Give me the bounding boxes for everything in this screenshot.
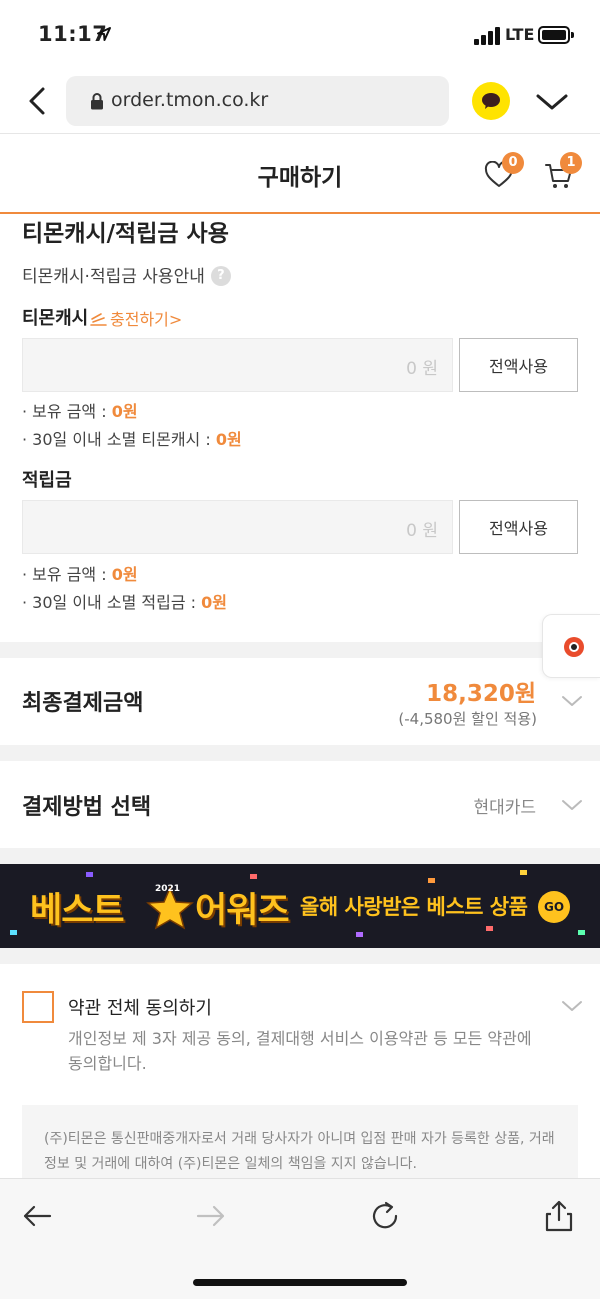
confetti xyxy=(578,930,585,935)
payment-method-value: 현대카드 xyxy=(473,798,536,818)
terms-description: 개인정보 제 3자 제공 동의, 결제대행 서비스 이용약관 등 모든 약관에 … xyxy=(68,1029,532,1073)
share-icon[interactable] xyxy=(542,1199,576,1233)
reload-icon[interactable] xyxy=(368,1199,402,1233)
tmon-cash-label: 티몬캐시 xyxy=(22,308,89,329)
banner-go-button[interactable]: GO xyxy=(538,891,570,923)
section-divider xyxy=(0,948,600,964)
tmon-cash-balance: · 보유 금액 : 0원 xyxy=(22,402,138,421)
points-input[interactable]: 0 원 xyxy=(22,500,453,554)
payment-method-label: 결제방법 선택 xyxy=(22,795,152,820)
cash-section-title: 티몬캐시/적립금 사용 xyxy=(22,221,229,247)
final-payment-label: 최종결제금액 xyxy=(22,691,144,716)
chevron-down-icon[interactable] xyxy=(560,998,584,1014)
charge-link-text: 충전하기> xyxy=(110,310,183,329)
confetti xyxy=(428,878,435,883)
tmon-cash-expire: · 30일 이내 소멸 티몬캐시 : 0원 xyxy=(22,430,242,449)
banner-title-best: 베스트 xyxy=(30,891,125,931)
kakao-talk-button[interactable] xyxy=(472,82,510,120)
battery-icon xyxy=(538,26,574,44)
terms-agree-checkbox[interactable] xyxy=(22,991,54,1023)
points-amount: 0 원 xyxy=(406,521,438,541)
back-arrow-icon[interactable] xyxy=(20,1199,54,1233)
final-payment-amount: 18,320원 xyxy=(426,681,536,707)
forward-arrow-icon[interactable] xyxy=(194,1199,228,1233)
confetti xyxy=(86,872,93,877)
banner-year: 2021 xyxy=(155,884,181,894)
tmon-cash-use-all-button[interactable]: 전액사용 xyxy=(459,338,578,392)
section-divider xyxy=(0,848,600,864)
points-expire: · 30일 이내 소멸 적립금 : 0원 xyxy=(22,593,227,612)
confetti xyxy=(250,874,257,879)
floating-recent-button[interactable] xyxy=(542,614,600,678)
confetti xyxy=(356,932,363,937)
lock-icon xyxy=(91,93,103,110)
cart-badge: 1 xyxy=(560,152,582,174)
page-header: 구매하기 0 1 xyxy=(0,134,600,214)
notice-box: (주)티몬은 통신판매중개자로서 거래 당사자가 아니며 입점 판매 자가 등록… xyxy=(22,1105,578,1179)
url-field[interactable]: order.tmon.co.kr xyxy=(66,76,449,126)
network-label: LTE xyxy=(505,25,535,44)
browser-bar: order.tmon.co.kr xyxy=(0,70,600,134)
notice-text: (주)티몬은 통신판매중개자로서 거래 당사자가 아니며 입점 판매 자가 등록… xyxy=(44,1131,555,1172)
cash-guide-text: 티몬캐시·적립금 사용안내 xyxy=(22,267,205,287)
wishlist-button[interactable]: 0 xyxy=(484,152,524,190)
chevron-down-icon xyxy=(562,800,582,810)
terms-agree-title[interactable]: 약관 전체 동의하기 xyxy=(68,994,212,1020)
signal-icon xyxy=(474,27,502,45)
status-bar: 11:17 LTE xyxy=(0,0,600,70)
best-awards-banner[interactable]: 베스트 2021 어워즈 올해 사랑받은 베스트 상품 GO xyxy=(0,864,600,948)
tmon-cash-amount: 0 원 xyxy=(406,359,438,379)
eye-icon xyxy=(564,637,584,657)
back-chevron-icon[interactable] xyxy=(22,84,56,118)
section-divider xyxy=(0,745,600,761)
kakao-talk-icon xyxy=(482,93,500,109)
cart-button[interactable]: 1 xyxy=(544,152,582,192)
points-balance: · 보유 금액 : 0원 xyxy=(22,565,138,584)
discount-note: (-4,580원 할인 적용) xyxy=(398,710,537,728)
banner-title-awards: 어워즈 xyxy=(195,891,290,931)
location-arrow-icon xyxy=(97,27,111,41)
section-divider xyxy=(0,642,600,658)
points-label: 적립금 xyxy=(22,470,72,491)
cash-guide-link[interactable]: 티몬캐시·적립금 사용안내? xyxy=(22,262,231,287)
confetti xyxy=(10,930,17,935)
banner-subtitle: 올해 사랑받은 베스트 상품 xyxy=(300,895,528,919)
confetti xyxy=(520,870,527,875)
tmon-cash-input[interactable]: 0 원 xyxy=(22,338,453,392)
help-icon[interactable]: ? xyxy=(210,265,231,286)
chevron-down-icon xyxy=(562,696,582,706)
chevron-down-icon[interactable] xyxy=(533,87,571,117)
url-text: order.tmon.co.kr xyxy=(111,89,269,111)
charge-icon xyxy=(90,313,107,326)
points-use-all-button[interactable]: 전액사용 xyxy=(459,500,578,554)
wishlist-badge: 0 xyxy=(502,152,524,174)
charge-link[interactable]: 충전하기> xyxy=(90,306,182,330)
home-indicator[interactable] xyxy=(193,1279,407,1286)
confetti xyxy=(486,926,493,931)
